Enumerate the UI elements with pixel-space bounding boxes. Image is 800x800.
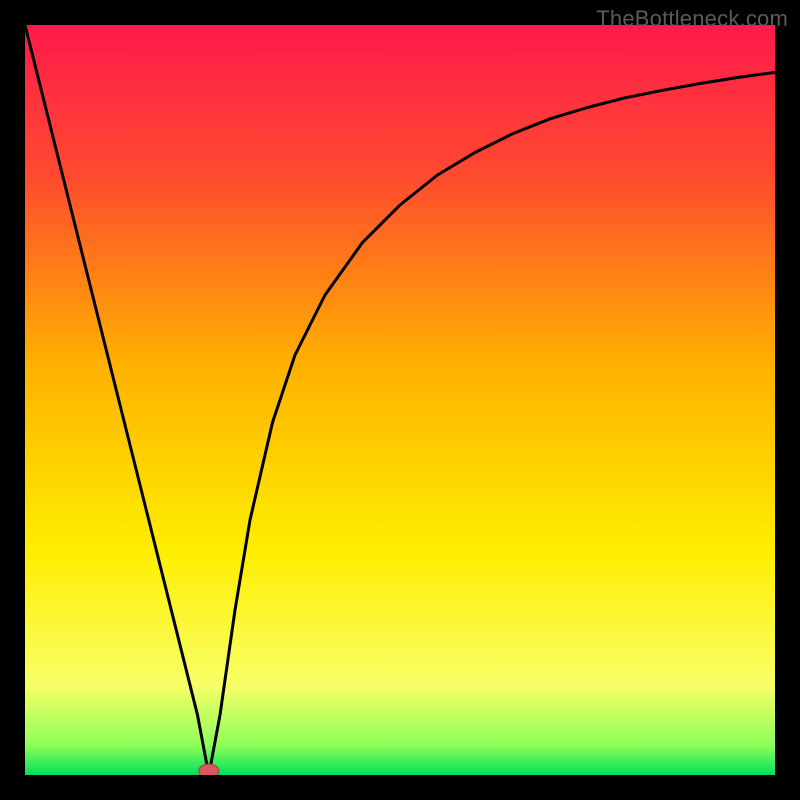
bottleneck-chart [25,25,775,775]
gradient-background [25,25,775,775]
chart-frame [25,25,775,775]
watermark-text: TheBottleneck.com [596,6,788,32]
optimum-marker [199,764,219,775]
